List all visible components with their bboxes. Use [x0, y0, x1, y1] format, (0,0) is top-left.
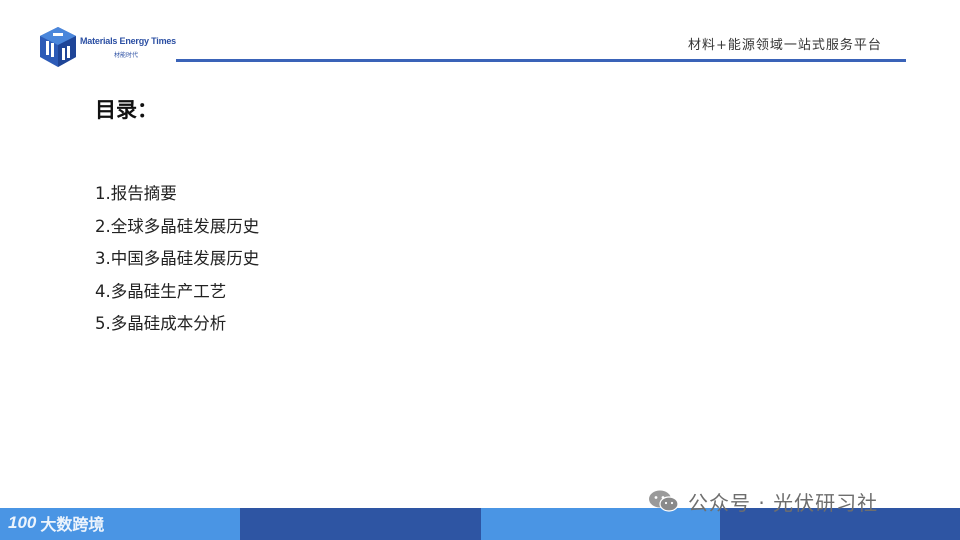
footer-brand: 100 大数跨境: [8, 512, 104, 534]
footer-brand-logo: 100: [8, 513, 37, 532]
toc-title: 目录：: [95, 97, 158, 122]
footer-bar-segment: [240, 508, 481, 540]
footer-brand-text: 大数跨境: [40, 515, 105, 534]
toc-item: 5.多晶硅成本分析: [95, 314, 227, 333]
toc-item: 3.中国多晶硅发展历史: [95, 249, 260, 268]
watermark-text: 公众号 · 光伏研习社: [688, 490, 879, 515]
toc-item: 2.全球多晶硅发展历史: [95, 216, 260, 236]
logo-name-en: Materials Energy Times: [80, 36, 176, 46]
toc-list: 1.报告摘要 2.全球多晶硅发展历史 3.中国多晶硅发展历史 4.多晶硅生产工艺…: [95, 182, 259, 345]
header-tagline: 材料+能源领域一站式服务平台: [688, 38, 882, 53]
wechat-icon: [649, 490, 679, 512]
slide: Materials Energy Times 材能时代 材料+能源领域一站式服务…: [0, 0, 960, 540]
logo-name-cn: 材能时代: [114, 52, 139, 59]
toc-item: 4.多晶硅生产工艺: [95, 281, 227, 301]
materials-energy-times-logo-icon: [40, 27, 76, 67]
watermark: 公众号 · 光伏研习社: [648, 487, 878, 515]
header-divider: [176, 59, 906, 62]
toc-item: 1.报告摘要: [95, 184, 177, 203]
